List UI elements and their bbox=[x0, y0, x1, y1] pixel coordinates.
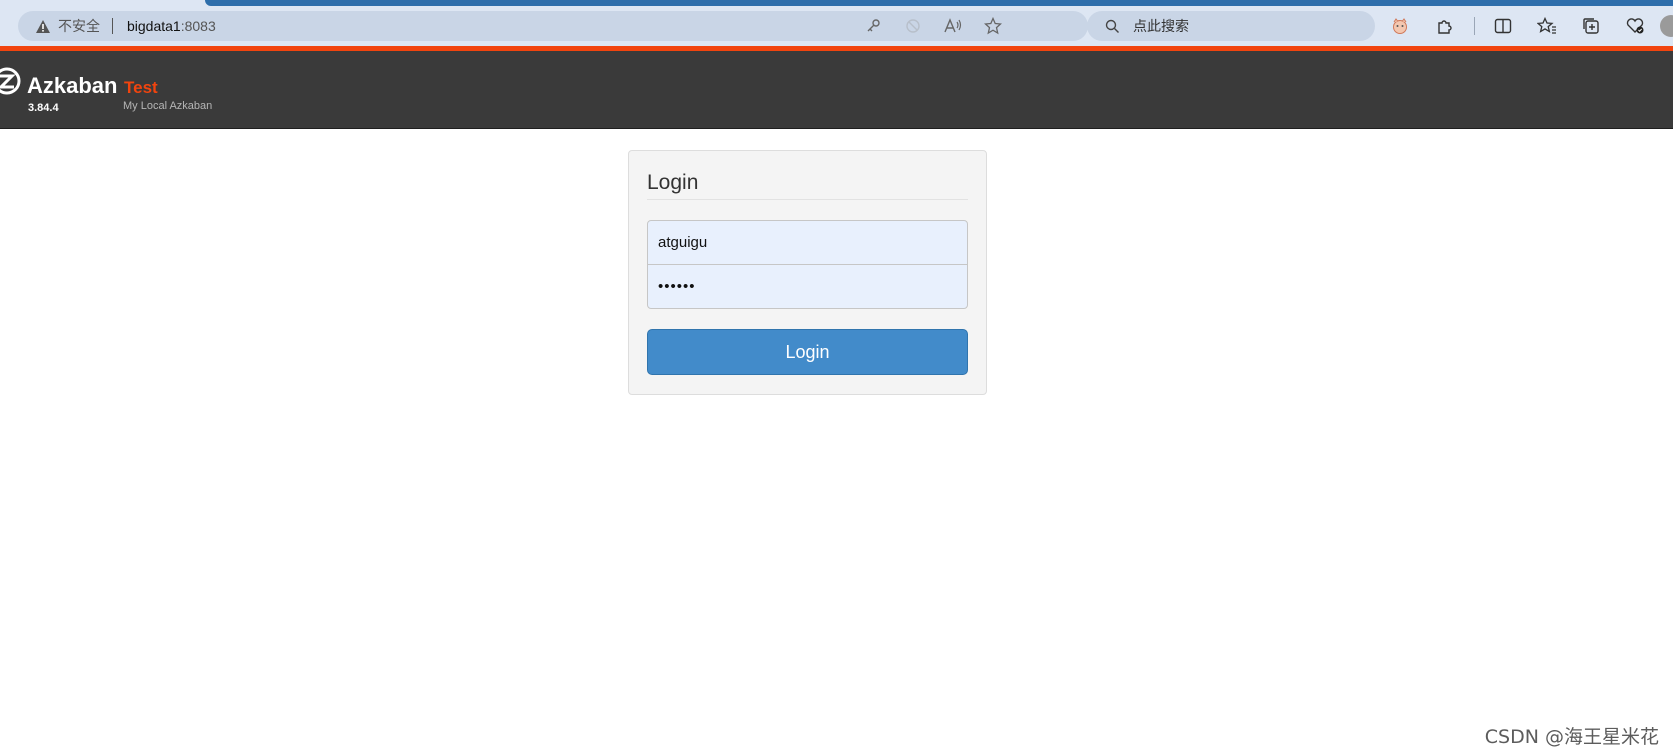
browser-chrome: 不安全 bigdata1:8083 点此搜索 bbox=[0, 0, 1673, 46]
login-panel: Login Login bbox=[628, 150, 987, 395]
search-icon bbox=[1103, 17, 1121, 35]
extensions-icon[interactable] bbox=[1430, 12, 1458, 40]
login-divider bbox=[647, 199, 968, 200]
toolbar-divider bbox=[1474, 17, 1475, 35]
key-icon[interactable] bbox=[862, 15, 884, 37]
password-input[interactable] bbox=[647, 264, 968, 309]
address-bar-actions bbox=[862, 11, 1004, 41]
blocked-icon[interactable] bbox=[902, 15, 924, 37]
address-divider bbox=[112, 18, 113, 34]
url-port[interactable]: :8083 bbox=[181, 18, 216, 34]
environment-subtitle: My Local Azkaban bbox=[123, 100, 213, 112]
address-bar[interactable]: 不安全 bigdata1:8083 bbox=[18, 11, 1088, 41]
username-input[interactable] bbox=[647, 220, 968, 265]
login-title: Login bbox=[647, 171, 699, 194]
favorites-icon[interactable] bbox=[1533, 12, 1561, 40]
azkaban-navbar: Azkaban 3.84.4 Test My Local Azkaban bbox=[0, 51, 1673, 129]
read-aloud-icon[interactable] bbox=[942, 15, 964, 37]
search-bar[interactable]: 点此搜索 bbox=[1087, 11, 1375, 41]
browser-toolbar bbox=[1386, 11, 1665, 41]
azkaban-logo-icon[interactable] bbox=[0, 66, 22, 96]
login-button[interactable]: Login bbox=[647, 329, 968, 375]
split-screen-icon[interactable] bbox=[1489, 12, 1517, 40]
active-tab-strip bbox=[205, 0, 1673, 6]
security-label[interactable]: 不安全 bbox=[58, 16, 100, 36]
performance-icon[interactable] bbox=[1621, 12, 1649, 40]
environment-name: Test bbox=[124, 78, 158, 97]
warning-icon[interactable] bbox=[34, 17, 52, 35]
csdn-watermark: CSDN @海王星米花 bbox=[1484, 726, 1659, 748]
brand-version: 3.84.4 bbox=[28, 102, 59, 114]
favorite-star-icon[interactable] bbox=[982, 15, 1004, 37]
brand-name[interactable]: Azkaban bbox=[27, 73, 117, 99]
extension-pet-icon[interactable] bbox=[1386, 12, 1414, 40]
url-host[interactable]: bigdata1 bbox=[127, 18, 181, 34]
search-placeholder: 点此搜索 bbox=[1133, 18, 1189, 34]
collections-icon[interactable] bbox=[1577, 12, 1605, 40]
